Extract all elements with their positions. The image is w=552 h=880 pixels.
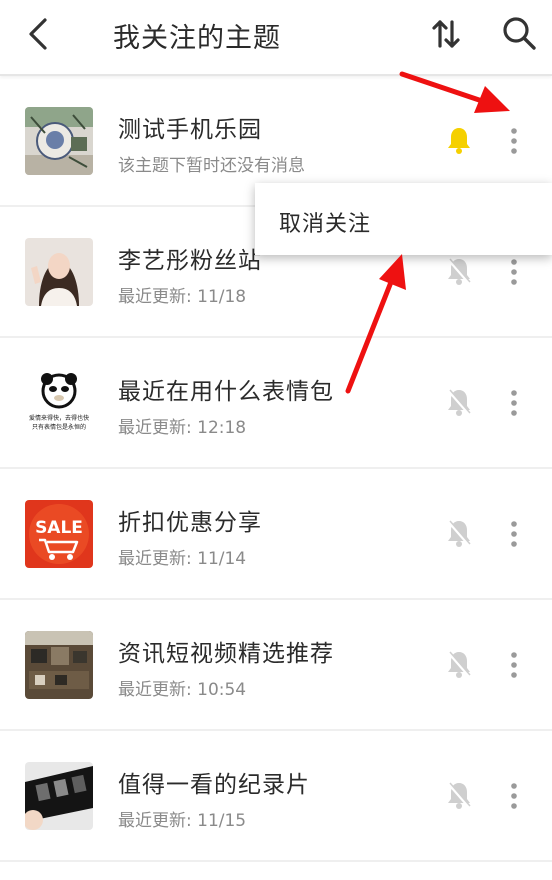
- more-options-button[interactable]: [502, 780, 526, 812]
- bell-off-icon: [447, 389, 471, 416]
- more-vertical-icon: [511, 259, 517, 285]
- more-options-button[interactable]: [502, 387, 526, 419]
- doodle-art-thumbnail: [25, 107, 93, 175]
- bell-icon: [448, 128, 470, 154]
- chevron-left-icon: [29, 18, 47, 50]
- more-options-button[interactable]: [502, 256, 526, 288]
- topic-subtitle: 最近更新: 12:18: [118, 418, 247, 438]
- bell-off-icon: [447, 520, 471, 547]
- page-title: 我关注的主题: [113, 23, 281, 54]
- topic-thumbnail: [25, 631, 93, 699]
- more-options-button[interactable]: [502, 518, 526, 550]
- sale-label: SALE: [35, 518, 83, 538]
- film-strip-thumbnail: [25, 762, 93, 830]
- topic-thumbnail: [25, 238, 93, 306]
- notification-toggle[interactable]: [444, 256, 474, 286]
- topic-subtitle: 最近更新: 10:54: [118, 680, 247, 700]
- bell-off-icon: [447, 782, 471, 809]
- sort-button[interactable]: [426, 14, 466, 54]
- sort-arrows-icon: [432, 20, 460, 48]
- topic-name: 资讯短视频精选推荐: [118, 641, 334, 667]
- sale-cart-thumbnail: SALE: [25, 500, 93, 568]
- topic-name: 折扣优惠分享: [118, 510, 262, 536]
- topic-row[interactable]: 资讯短视频精选推荐 最近更新: 10:54: [0, 600, 552, 731]
- topic-subtitle: 该主题下暂时还没有消息: [118, 156, 305, 176]
- more-options-button[interactable]: [502, 125, 526, 157]
- topic-subtitle: 最近更新: 11/18: [118, 287, 247, 307]
- topic-name: 测试手机乐园: [118, 117, 262, 143]
- more-vertical-icon: [511, 128, 517, 154]
- unfollow-menu-item[interactable]: 取消关注: [279, 206, 371, 238]
- portrait-thumbnail: [25, 238, 93, 306]
- topic-subtitle: 最近更新: 11/14: [118, 549, 247, 569]
- more-vertical-icon: [511, 390, 517, 416]
- bell-off-icon: [447, 651, 471, 678]
- topic-row[interactable]: 值得一看的纪录片 最近更新: 11/15: [0, 731, 552, 862]
- more-vertical-icon: [511, 783, 517, 809]
- meme-caption-1: 爱情来得快，去得也快: [29, 414, 89, 422]
- topic-thumbnail: 爱情来得快，去得也快 只有表情包是永恒的: [25, 369, 93, 437]
- back-button[interactable]: [18, 14, 58, 54]
- notification-toggle[interactable]: [444, 518, 474, 548]
- search-button[interactable]: [498, 12, 540, 54]
- notification-toggle[interactable]: [444, 780, 474, 810]
- topic-thumbnail: [25, 762, 93, 830]
- more-vertical-icon: [511, 521, 517, 547]
- topic-row[interactable]: 爱情来得快，去得也快 只有表情包是永恒的 最近在用什么表情包 最近更新: 12:…: [0, 338, 552, 469]
- topic-name: 李艺彤粉丝站: [118, 248, 262, 274]
- meme-caption-2: 只有表情包是永恒的: [32, 423, 86, 431]
- notification-toggle[interactable]: [444, 649, 474, 679]
- topic-thumbnail: SALE: [25, 500, 93, 568]
- topic-thumbnail: [25, 107, 93, 175]
- bell-off-icon: [447, 258, 471, 285]
- meme-thumbnail: 爱情来得快，去得也快 只有表情包是永恒的: [25, 369, 93, 437]
- app-header: 我关注的主题: [0, 0, 552, 76]
- video-room-thumbnail: [25, 631, 93, 699]
- notification-toggle[interactable]: [444, 125, 474, 155]
- notification-toggle[interactable]: [444, 387, 474, 417]
- topic-name: 值得一看的纪录片: [118, 772, 310, 798]
- topic-row[interactable]: SALE 折扣优惠分享 最近更新: 11/14: [0, 469, 552, 600]
- context-menu: 取消关注: [255, 183, 552, 255]
- search-icon: [503, 17, 536, 50]
- topic-subtitle: 最近更新: 11/15: [118, 811, 247, 831]
- more-vertical-icon: [511, 652, 517, 678]
- more-options-button[interactable]: [502, 649, 526, 681]
- topic-name: 最近在用什么表情包: [118, 379, 334, 405]
